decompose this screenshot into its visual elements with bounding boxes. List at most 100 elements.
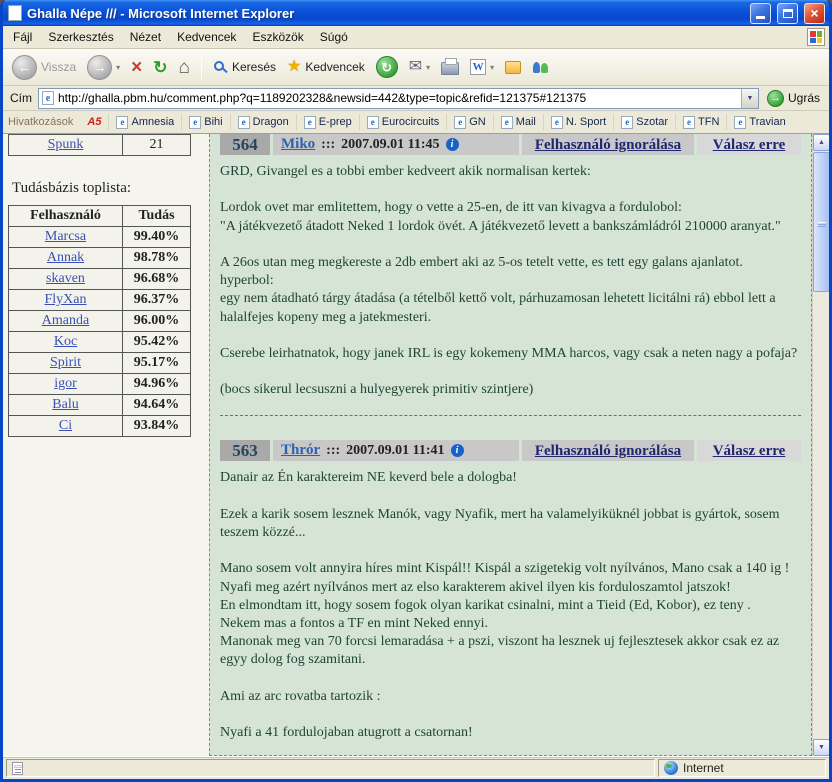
messenger-button[interactable]: [529, 58, 552, 77]
author-link[interactable]: Thrór: [281, 440, 320, 461]
user-link[interactable]: Annak: [47, 250, 84, 265]
link-eprep[interactable]: E-prep: [296, 114, 359, 130]
table-row: Amanda 96.00%: [9, 311, 191, 332]
ignore-user-link[interactable]: Felhasználó ignorálása: [535, 443, 681, 459]
mail-dropdown-icon[interactable]: ▾: [426, 63, 430, 72]
search-icon: [214, 61, 224, 71]
user-link[interactable]: FlyXan: [45, 292, 87, 307]
table-header-row: Felhasználó Tudás: [9, 206, 191, 227]
mail-icon: [409, 59, 422, 75]
address-field[interactable]: [38, 88, 759, 109]
mail-button[interactable]: ▾: [406, 57, 433, 77]
user-link[interactable]: Marcsa: [45, 229, 86, 244]
menu-tools[interactable]: Eszközök: [244, 27, 311, 47]
favorites-label: Kedvencek: [305, 60, 364, 74]
user-link[interactable]: Ci: [59, 418, 72, 433]
reply-link[interactable]: Válasz erre: [713, 137, 786, 153]
edit-button[interactable]: ▾: [467, 57, 497, 77]
table-row: FlyXan 96.37%: [9, 290, 191, 311]
user-link[interactable]: Koc: [54, 334, 77, 349]
ignore-user-cell: Felhasználó ignorálása: [522, 440, 694, 461]
print-button[interactable]: [438, 57, 462, 77]
post-meta: Thrór ::: 2007.09.01 11:41: [273, 440, 519, 461]
vertical-scrollbar[interactable]: [812, 134, 829, 756]
post-datetime: 2007.09.01 11:41: [346, 440, 444, 461]
print-icon: [441, 62, 459, 75]
user-link[interactable]: Spunk: [48, 137, 84, 152]
user-link[interactable]: igor: [54, 376, 77, 391]
stop-button[interactable]: [128, 56, 145, 79]
link-bihi[interactable]: Bihi: [181, 114, 229, 130]
ignore-user-link[interactable]: Felhasználó ignorálása: [535, 137, 681, 153]
link-a5[interactable]: A5: [80, 114, 108, 130]
user-score: 95.42%: [134, 334, 180, 349]
link-eurocircuits[interactable]: Eurocircuits: [359, 114, 446, 130]
user-link[interactable]: Spirit: [50, 355, 81, 370]
ie-favicon: [501, 116, 513, 129]
info-icon[interactable]: [451, 444, 464, 457]
posts-column: 564 Miko ::: 2007.09.01 11:45 Felhasznál…: [209, 134, 812, 756]
menu-favorites[interactable]: Kedvencek: [169, 27, 244, 47]
table-row: Marcsa 99.40%: [9, 227, 191, 248]
link-travian[interactable]: Travian: [726, 114, 792, 130]
scroll-down-button[interactable]: [813, 739, 829, 756]
info-icon[interactable]: [446, 138, 459, 151]
close-button[interactable]: [804, 3, 825, 24]
refresh-button[interactable]: [150, 57, 170, 78]
menu-file[interactable]: Fájl: [5, 27, 40, 47]
user-score: 94.96%: [134, 376, 180, 391]
sidebar-top-table: Spunk 21: [8, 134, 191, 156]
ie-app-icon: [8, 5, 22, 21]
refresh-icon: [153, 59, 167, 76]
ie-favicon: [367, 116, 379, 129]
scroll-up-button[interactable]: [813, 134, 829, 151]
link-amnesia[interactable]: Amnesia: [108, 114, 181, 130]
minimize-button[interactable]: [750, 3, 771, 24]
link-dragon[interactable]: Dragon: [230, 114, 296, 130]
history-icon: [376, 56, 398, 78]
maximize-button[interactable]: [777, 3, 798, 24]
favorites-button[interactable]: Kedvencek: [284, 57, 368, 77]
scrollbar-thumb[interactable]: [813, 152, 829, 292]
notes-button[interactable]: [502, 59, 524, 76]
security-zone-label: Internet: [683, 761, 724, 775]
ie-favicon: [116, 116, 128, 129]
menu-help[interactable]: Súgó: [312, 27, 356, 47]
ie-favicon: [621, 116, 633, 129]
toplist-value-header: Tudás: [123, 206, 191, 227]
link-mail[interactable]: Mail: [493, 114, 543, 130]
notes-icon: [505, 61, 521, 74]
reply-link[interactable]: Válasz erre: [713, 443, 786, 459]
menu-view[interactable]: Nézet: [122, 27, 169, 47]
ie-favicon: [189, 116, 201, 129]
menu-edit[interactable]: Szerkesztés: [40, 27, 121, 47]
link-nsport[interactable]: N. Sport: [543, 114, 613, 130]
user-link[interactable]: Balu: [52, 397, 78, 412]
edit-dropdown-icon[interactable]: ▾: [490, 63, 494, 72]
menu-bar: Fájl Szerkesztés Nézet Kedvencek Eszközö…: [3, 26, 829, 49]
table-row: Balu 94.64%: [9, 395, 191, 416]
link-tfn[interactable]: TFN: [675, 114, 726, 130]
post-meta: Miko ::: 2007.09.01 11:45: [273, 134, 519, 155]
forward-button[interactable]: ▾: [84, 53, 123, 82]
address-dropdown-icon[interactable]: [741, 89, 758, 108]
home-button[interactable]: [176, 56, 193, 79]
status-zone-pane: Internet: [658, 759, 826, 777]
user-link[interactable]: Amanda: [42, 313, 89, 328]
user-link[interactable]: skaven: [46, 271, 85, 286]
user-score: 98.78%: [134, 250, 180, 265]
user-score: 96.68%: [134, 271, 180, 286]
go-button[interactable]: Ugrás: [765, 89, 825, 108]
forward-dropdown-icon[interactable]: ▾: [116, 63, 120, 72]
toolbar-separator: [201, 55, 202, 79]
address-input[interactable]: [58, 90, 737, 107]
search-button[interactable]: Keresés: [210, 58, 279, 76]
history-button[interactable]: [373, 54, 401, 80]
post-body: Danair az Én karaktereim NE keverd bele …: [220, 469, 801, 742]
title-bar[interactable]: Ghalla Népe /// - Microsoft Internet Exp…: [3, 0, 829, 26]
link-szotar[interactable]: Szotar: [613, 114, 675, 130]
toolbar: Vissza ▾ Keresés Kedvencek ▾ ▾: [3, 49, 829, 86]
author-link[interactable]: Miko: [281, 134, 315, 155]
back-button[interactable]: Vissza: [9, 53, 79, 82]
link-gn[interactable]: GN: [446, 114, 493, 130]
